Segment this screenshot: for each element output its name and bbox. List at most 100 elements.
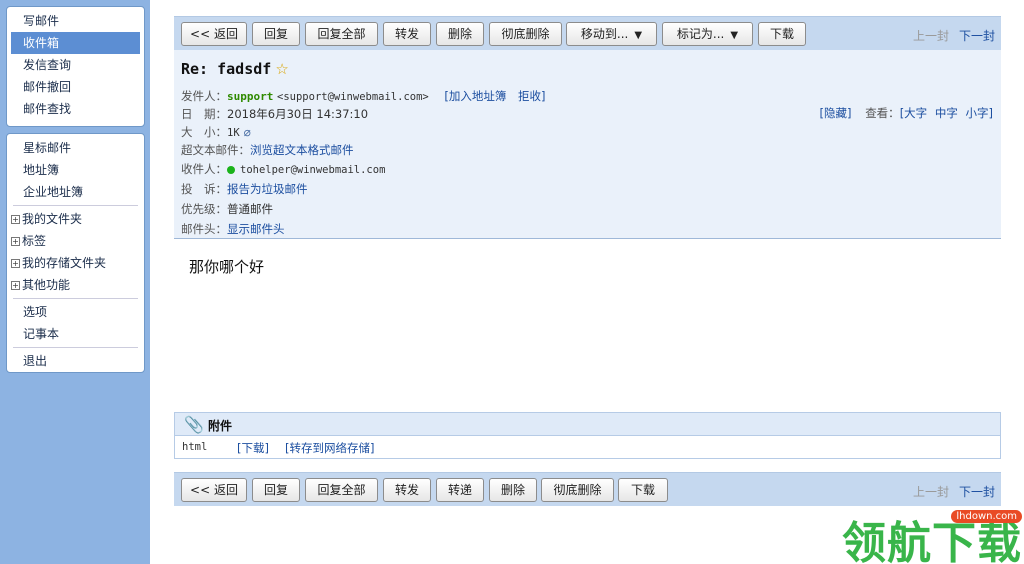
prev-message-link: 上一封 (913, 29, 950, 43)
size-value: 1K (227, 127, 240, 139)
sidebar-item-sent-query[interactable]: 发信查询 (11, 54, 140, 76)
sidebar-item-logout[interactable]: 退出 (11, 350, 140, 372)
watermark-badge: lhdown.com (951, 510, 1022, 523)
attachment-row: html [下载] [转存到网络存储] (174, 436, 1001, 459)
reply-all-button[interactable]: 回复全部 (305, 22, 378, 46)
sidebar-item-starred[interactable]: 星标邮件 (11, 137, 140, 159)
sender-email: <support@winwebmail.com> (277, 91, 429, 103)
reply-all-button[interactable]: 回复全部 (305, 478, 378, 502)
recipient-label: 收件人： (181, 162, 227, 176)
sidebar-item-other[interactable]: + 其他功能 (11, 274, 140, 296)
next-message-link[interactable]: 下一封 (959, 485, 995, 499)
download-button[interactable]: 下载 (618, 478, 668, 502)
reject-link[interactable]: 拒收] (518, 89, 546, 103)
attachment-filename: html (182, 441, 208, 453)
sender-row: 发件人：support <support@winwebmail.com> [加入… (181, 88, 546, 104)
complain-row: 投 诉：报告为垃圾邮件 (181, 181, 308, 197)
chevron-down-icon: ▼ (634, 30, 643, 41)
expand-icon[interactable]: + (11, 237, 20, 246)
online-status-icon (227, 165, 235, 174)
sidebar-divider (13, 347, 138, 348)
expand-icon[interactable]: + (11, 215, 20, 224)
back-button[interactable]: << 返回 (181, 478, 247, 502)
mark-as-dropdown[interactable]: 标记为... ▼ (662, 22, 753, 46)
sidebar-item-storage[interactable]: + 我的存储文件夹 (11, 252, 140, 274)
forward-button[interactable]: 转发 (383, 22, 431, 46)
expand-icon[interactable]: + (11, 259, 20, 268)
attachment-save-to-storage-link[interactable]: [转存到网络存储] (285, 440, 374, 456)
permanent-delete-button[interactable]: 彻底删除 (489, 22, 562, 46)
top-toolbar: << 返回 回复 回复全部 转发 删除 彻底删除 移动到... ▼ 标记为... ▼… (174, 16, 1001, 50)
bottom-toolbar: << 返回 回复 回复全部 转发 转递 删除 彻底删除 下载 上一封 下一封 (174, 472, 1001, 506)
hide-link[interactable]: [隐藏] (820, 106, 852, 120)
move-to-dropdown[interactable]: 移动到... ▼ (566, 22, 657, 46)
sidebar-item-recall[interactable]: 邮件撤回 (11, 76, 140, 98)
font-medium-link[interactable]: 中字 (935, 106, 958, 120)
prev-message-link: 上一封 (913, 485, 950, 499)
html-row: 超文本邮件：浏览超文本格式邮件 (181, 142, 354, 158)
date-row: 日 期：2018年6月30日 14:37:10 (181, 106, 368, 122)
priority-value: 普通邮件 (227, 202, 273, 216)
delete-button[interactable]: 删除 (489, 478, 537, 502)
font-large-link[interactable]: [大字 (900, 106, 928, 120)
recipient-row: 收件人： tohelper@winwebmail.com (181, 161, 385, 177)
paperclip-icon: ⌀ (243, 125, 251, 139)
show-headers-link[interactable]: 显示邮件头 (227, 222, 285, 236)
size-label: 大 小： (181, 125, 227, 139)
sidebar-item-label: 我的文件夹 (22, 212, 83, 226)
add-contact-link[interactable]: [加入地址簿 (444, 89, 506, 103)
reply-button[interactable]: 回复 (252, 22, 300, 46)
expand-icon[interactable]: + (11, 281, 20, 290)
recipient-email[interactable]: tohelper@winwebmail.com (240, 164, 385, 176)
sidebar-divider (13, 205, 138, 206)
message-body: 那你哪个好 (189, 258, 265, 276)
complain-label: 投 诉： (181, 182, 227, 196)
download-button[interactable]: 下载 (758, 22, 806, 46)
sidebar-panel-mail: 写邮件 收件箱 发信查询 邮件撤回 邮件查找 (6, 6, 145, 127)
sidebar-item-my-folders[interactable]: + 我的文件夹 (11, 208, 140, 230)
next-message-link[interactable]: 下一封 (959, 29, 995, 43)
priority-row: 优先级：普通邮件 (181, 201, 273, 217)
sidebar-item-options[interactable]: 选项 (11, 301, 140, 323)
sidebar-item-corp-address-book[interactable]: 企业地址簿 (11, 181, 140, 203)
star-icon[interactable]: ☆ (275, 60, 288, 78)
view-controls: [隐藏] 查看：[大字 中字 小字] (820, 105, 993, 121)
move-to-label: 移动到... (580, 27, 629, 41)
sidebar-item-compose[interactable]: 写邮件 (11, 10, 140, 32)
headers-row: 邮件头：显示邮件头 (181, 221, 285, 237)
font-small-link[interactable]: 小字] (966, 106, 994, 120)
sidebar-item-label: 标签 (22, 234, 47, 248)
mark-as-label: 标记为... (676, 27, 725, 41)
forward-button[interactable]: 转发 (383, 478, 431, 502)
delete-button[interactable]: 删除 (436, 22, 484, 46)
chevron-down-icon: ▼ (730, 30, 739, 41)
report-spam-link[interactable]: 报告为垃圾邮件 (227, 182, 308, 196)
reply-button[interactable]: 回复 (252, 478, 300, 502)
pager: 上一封 下一封 (913, 483, 995, 500)
attachments-header: 📎 附件 (174, 412, 1001, 436)
sidebar-panel-tools: 星标邮件 地址簿 企业地址簿 + 我的文件夹 + 标签 + 我的存储文件夹 + 其他功能… (6, 133, 145, 373)
sender-label: 发件人： (181, 89, 227, 103)
headers-label: 邮件头： (181, 222, 227, 236)
message-header: Re: fadsdf ☆ 发件人：support <support@winwebm… (174, 50, 1001, 239)
sidebar-item-search[interactable]: 邮件查找 (11, 98, 140, 120)
sidebar-item-notes[interactable]: 记事本 (11, 323, 140, 345)
attachment-download-link[interactable]: [下载] (237, 440, 269, 456)
attachments-title: 附件 (208, 419, 233, 433)
sidebar-item-inbox[interactable]: 收件箱 (11, 32, 140, 54)
date-label: 日 期： (181, 107, 227, 121)
sidebar-item-address-book[interactable]: 地址簿 (11, 159, 140, 181)
back-button[interactable]: << 返回 (181, 22, 247, 46)
redirect-button[interactable]: 转递 (436, 478, 484, 502)
paperclip-icon: 📎 (184, 415, 204, 434)
pager: 上一封 下一封 (913, 27, 995, 44)
priority-label: 优先级： (181, 202, 227, 216)
permanent-delete-button[interactable]: 彻底删除 (541, 478, 614, 502)
sender-name[interactable]: support (227, 90, 273, 103)
message-subject: Re: fadsdf ☆ (181, 60, 289, 78)
html-label: 超文本邮件： (181, 143, 250, 157)
subject-text: Re: fadsdf (181, 60, 272, 78)
sidebar-item-tags[interactable]: + 标签 (11, 230, 140, 252)
view-html-link[interactable]: 浏览超文本格式邮件 (250, 143, 354, 157)
watermark-logo: 领航下载 lhdown.com (842, 505, 1024, 564)
